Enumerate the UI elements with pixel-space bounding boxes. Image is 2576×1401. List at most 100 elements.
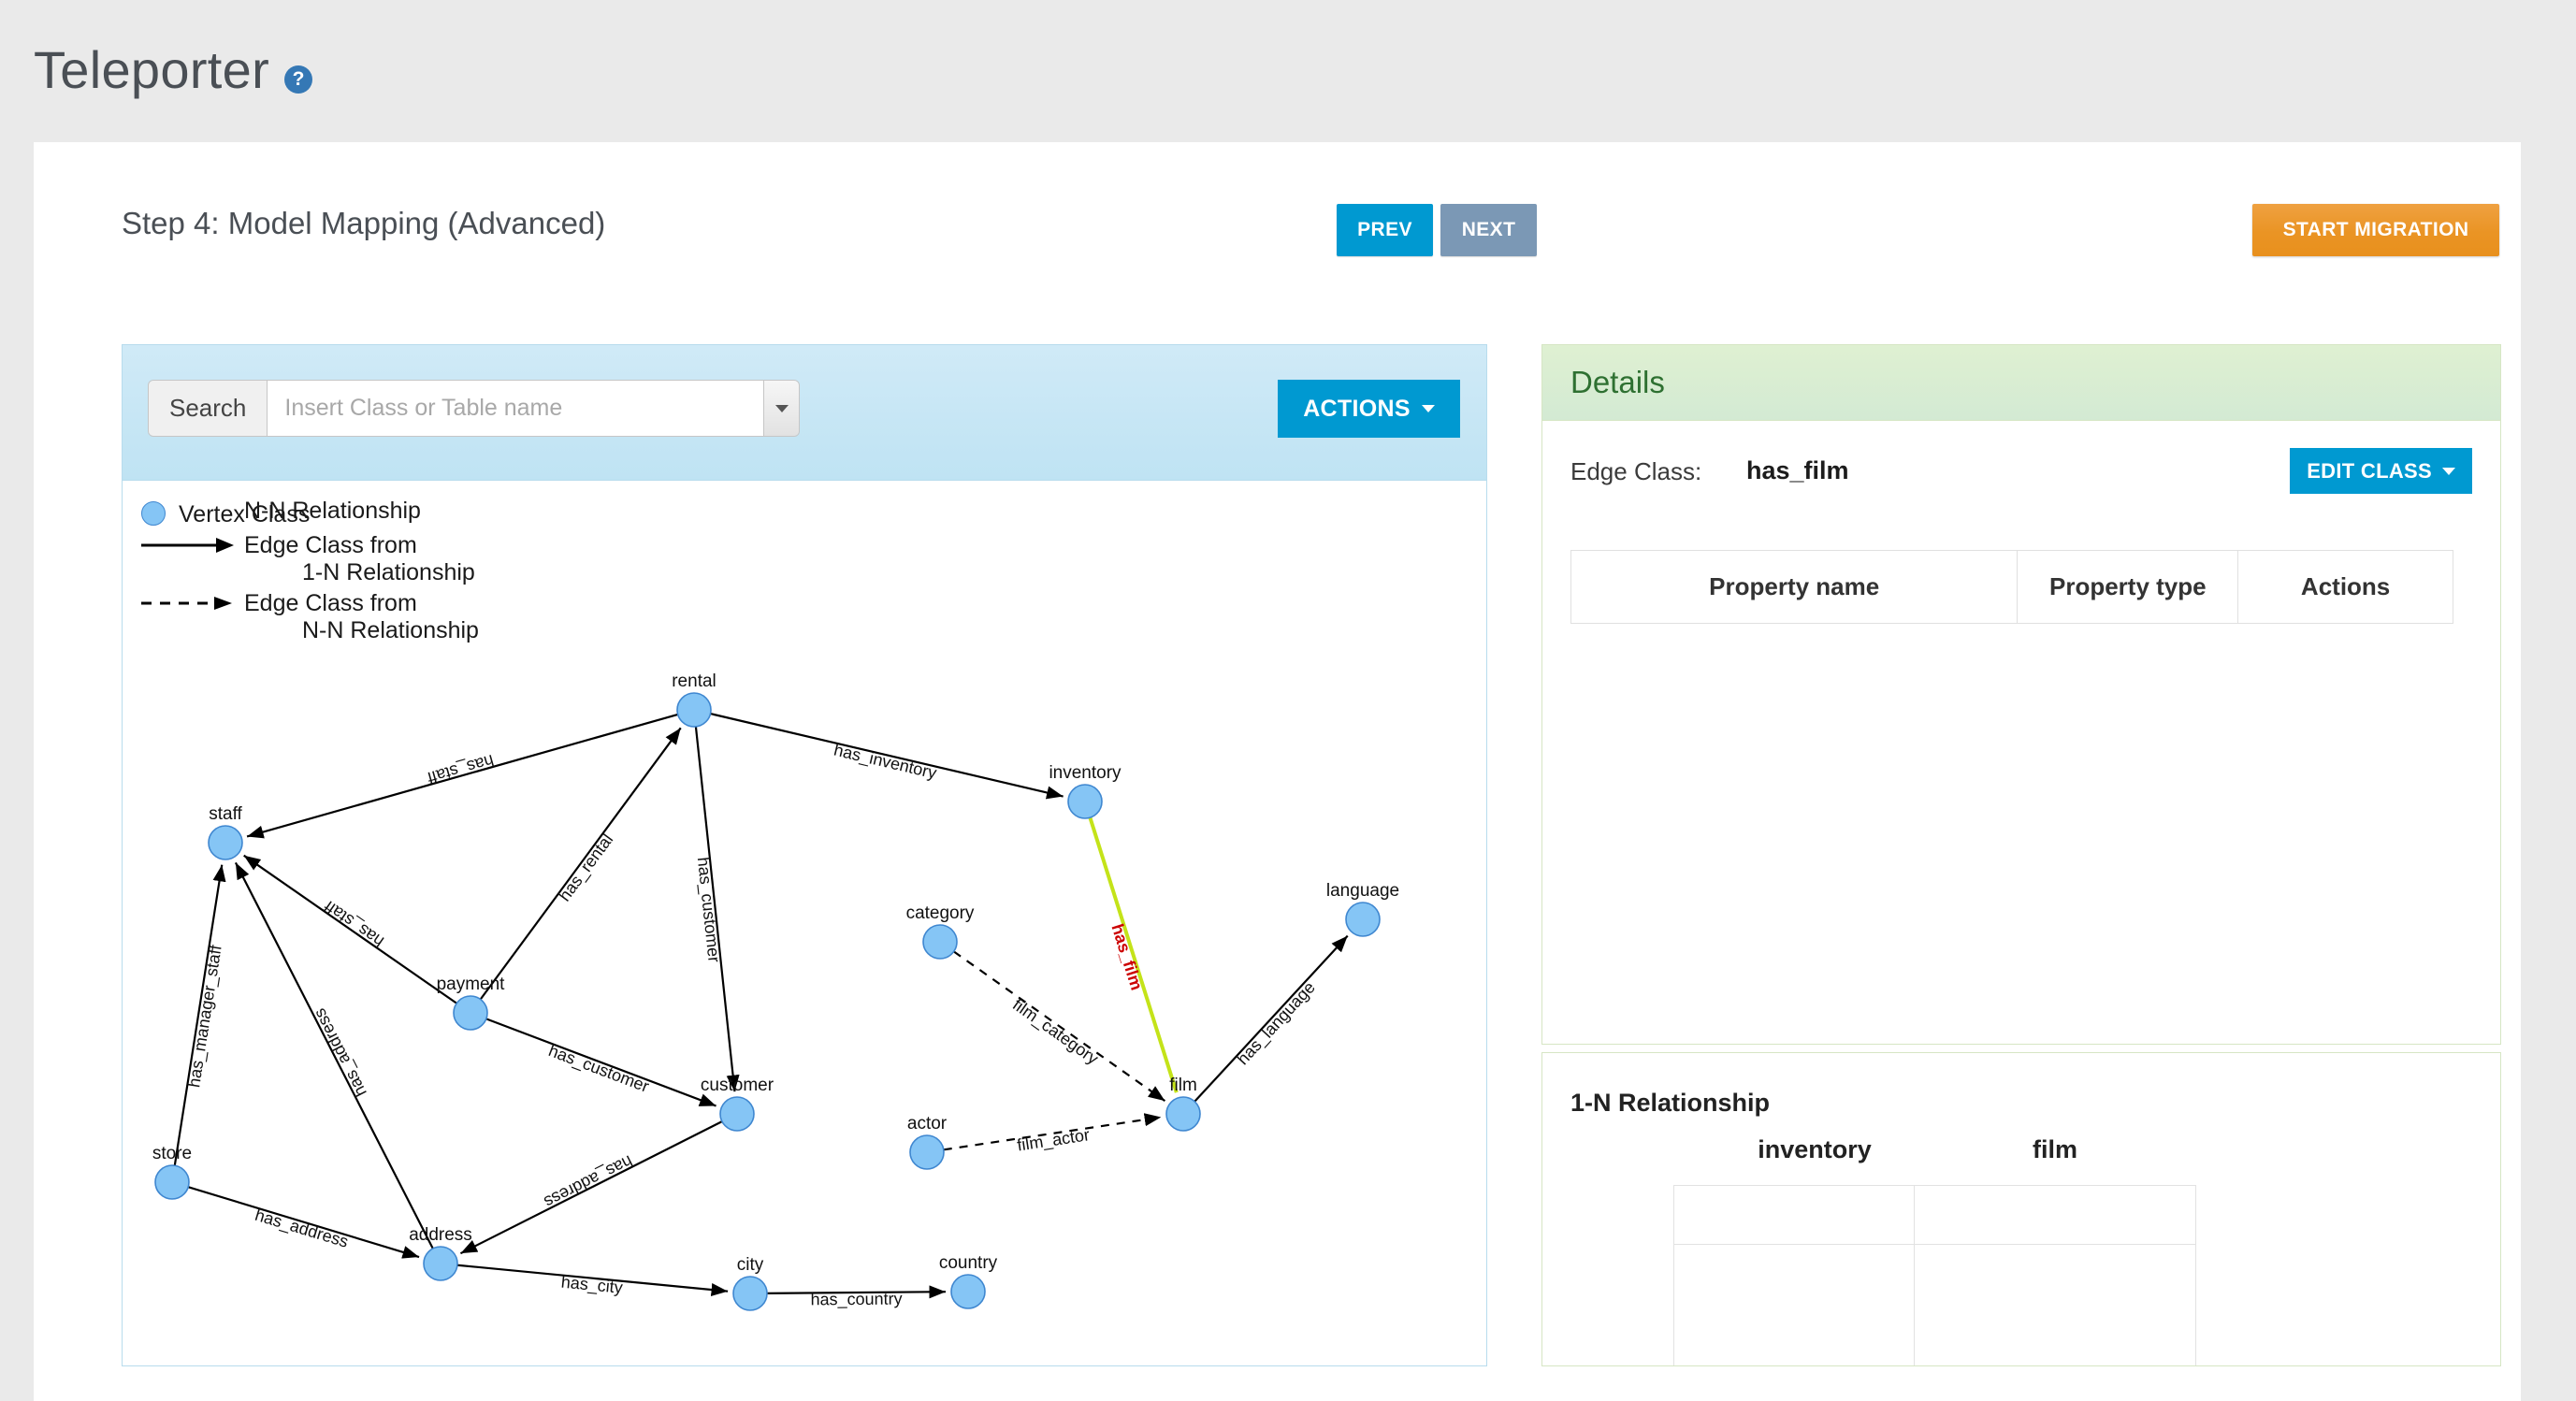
app-title-text: Teleporter <box>34 40 270 100</box>
actions-button-label: ACTIONS <box>1303 395 1411 422</box>
graph-edge[interactable]: has_customer <box>485 1018 716 1107</box>
relationship-to-table-name: film <box>2032 1135 2077 1163</box>
edge-label: has_address <box>310 1005 371 1100</box>
graph-edges-layer: N-N Relationshiphas_staff has_inventoryha… <box>173 498 1349 1310</box>
graph-edge[interactable]: has_address <box>459 1120 723 1255</box>
caret-down-icon <box>2442 467 2455 475</box>
graph-node-label: customer <box>701 1076 774 1095</box>
details-panel: Details Edge Class: has_film EDIT CLASS … <box>1541 344 2501 1045</box>
graph-edge[interactable]: has_inventory <box>710 713 1064 800</box>
relationship-to-header-box[interactable] <box>1914 1185 2196 1245</box>
edge-label: has_staff <box>320 896 388 951</box>
graph-node-label: actor <box>907 1114 948 1134</box>
vertex-class-icon[interactable] <box>208 825 243 860</box>
vertex-class-icon[interactable] <box>423 1246 458 1281</box>
graph-node-label: language <box>1326 881 1399 901</box>
step-title: Step 4: Model Mapping (Advanced) <box>122 206 606 240</box>
vertex-class-icon[interactable] <box>909 1134 945 1170</box>
actions-button[interactable]: ACTIONS <box>1278 380 1460 438</box>
edge-label: has_staff <box>425 750 497 787</box>
vertex-class-icon[interactable] <box>922 924 958 960</box>
graph-node-label: city <box>737 1255 764 1275</box>
graph-node-inventory[interactable]: inventory <box>1049 763 1122 819</box>
graph-node-label: country <box>939 1253 998 1273</box>
main-content-card: Step 4: Model Mapping (Advanced) PREV NE… <box>34 142 2521 1401</box>
search-input[interactable] <box>268 381 764 436</box>
column-header-property-type[interactable]: Property type <box>2017 550 2239 624</box>
app-header: Teleporter? <box>0 0 2576 142</box>
column-header-property-name[interactable]: Property name <box>1570 550 2019 624</box>
graph-node-store[interactable]: store <box>152 1144 192 1200</box>
edge-class-value: has_film <box>1746 456 1849 484</box>
vertex-class-icon[interactable] <box>732 1276 768 1311</box>
graph-node-category[interactable]: category <box>906 903 975 960</box>
next-button[interactable]: NEXT <box>1440 204 1537 256</box>
details-panel-header: Details <box>1542 345 2500 421</box>
prev-button[interactable]: PREV <box>1337 204 1433 256</box>
chevron-down-icon[interactable] <box>763 381 800 436</box>
start-migration-button[interactable]: START MIGRATION <box>2252 204 2499 256</box>
vertex-class-icon[interactable] <box>453 995 488 1031</box>
graph-canvas[interactable]: Vertex Class Edge Class from 1-N Relatio… <box>123 481 1486 1365</box>
graph-node-label: staff <box>209 804 242 824</box>
edge-label: has_country <box>810 1290 902 1310</box>
page-title: Teleporter? <box>34 39 313 103</box>
vertex-class-icon[interactable] <box>950 1274 986 1309</box>
vertex-class-icon[interactable] <box>1345 902 1381 937</box>
graph-node-city[interactable]: city <box>732 1255 768 1311</box>
search-toolbar: Search ACTIONS <box>123 345 1486 481</box>
relationship-panel-title: 1-N Relationship <box>1570 1089 1771 1117</box>
edit-class-button[interactable]: EDIT CLASS <box>2290 448 2472 494</box>
search-input-group: Search <box>148 380 801 437</box>
graph-node-label: film <box>1169 1076 1197 1095</box>
graph-node-label: payment <box>437 975 506 994</box>
vertex-class-icon[interactable] <box>676 692 712 728</box>
graph-canvas-caption: N-N Relationship <box>244 498 421 524</box>
vertex-class-icon[interactable] <box>1067 784 1103 819</box>
graph-node-film[interactable]: film <box>1165 1076 1201 1132</box>
graph-node-language[interactable]: language <box>1326 881 1399 937</box>
edge-class-label: Edge Class: <box>1570 457 1702 485</box>
edge-label: film_category <box>1008 995 1102 1069</box>
graph-node-label: rental <box>672 672 716 691</box>
graph-edge[interactable]: has_address <box>187 1186 420 1259</box>
vertex-class-icon[interactable] <box>719 1096 755 1132</box>
edge-label: film_actor <box>1016 1125 1091 1155</box>
column-header-actions[interactable]: Actions <box>2237 550 2453 624</box>
properties-table: Property name Property type Actions <box>1570 550 2453 624</box>
graph-node-label: category <box>906 903 975 923</box>
edge-class-row: Edge Class: has_film EDIT CLASS <box>1570 448 2472 504</box>
graph-edge[interactable]: has_city <box>456 1264 729 1298</box>
edit-class-button-label: EDIT CLASS <box>2307 458 2432 483</box>
step-header-row: Step 4: Model Mapping (Advanced) PREV NE… <box>88 198 2499 258</box>
edge-label: has_city <box>560 1273 624 1298</box>
graph-node-country[interactable]: country <box>939 1253 998 1309</box>
graph-node-rental[interactable]: rental <box>672 672 716 728</box>
relationship-panel: 1-N Relationship inventory film ? <box>1541 1052 2501 1366</box>
graph-edge[interactable]: film_actor <box>943 1113 1162 1156</box>
graph-edge[interactable]: has_film <box>1088 816 1179 1093</box>
edge-label: has_manager_staff <box>184 943 226 1089</box>
graph-edge[interactable]: has_staff <box>243 854 457 1004</box>
vertex-class-icon[interactable] <box>154 1164 190 1200</box>
graph-node-label: inventory <box>1049 763 1122 783</box>
edge-label: has_address <box>253 1206 351 1252</box>
edge-label: has_customer <box>545 1041 651 1097</box>
vertex-class-icon[interactable] <box>1165 1096 1201 1132</box>
graph-edge[interactable]: has_rental <box>479 727 682 1001</box>
help-circle-icon[interactable]: ? <box>284 65 313 94</box>
graph-nodes-layer: rental staff payment store address city countr… <box>152 672 1399 1311</box>
graph-edge[interactable]: has_language <box>1194 934 1349 1103</box>
edge-label: has_rental <box>555 830 617 905</box>
search-label: Search <box>149 381 268 436</box>
graph-edge[interactable]: has_manager_staff <box>173 864 226 1166</box>
relationship-to-body-box[interactable] <box>1914 1245 2196 1365</box>
graph-node-actor[interactable]: actor <box>907 1114 948 1170</box>
graph-node-staff[interactable]: staff <box>208 804 243 860</box>
graph-diagram[interactable]: N-N Relationshiphas_staff has_inventoryha… <box>123 481 1486 1365</box>
relationship-to-column: film <box>1914 1135 2196 1365</box>
graph-edge[interactable]: has_country <box>766 1285 947 1310</box>
edge-label: has_film <box>1107 921 1146 992</box>
graph-edge[interactable]: has_customer <box>693 726 740 1092</box>
graph-node-label: store <box>152 1144 192 1163</box>
